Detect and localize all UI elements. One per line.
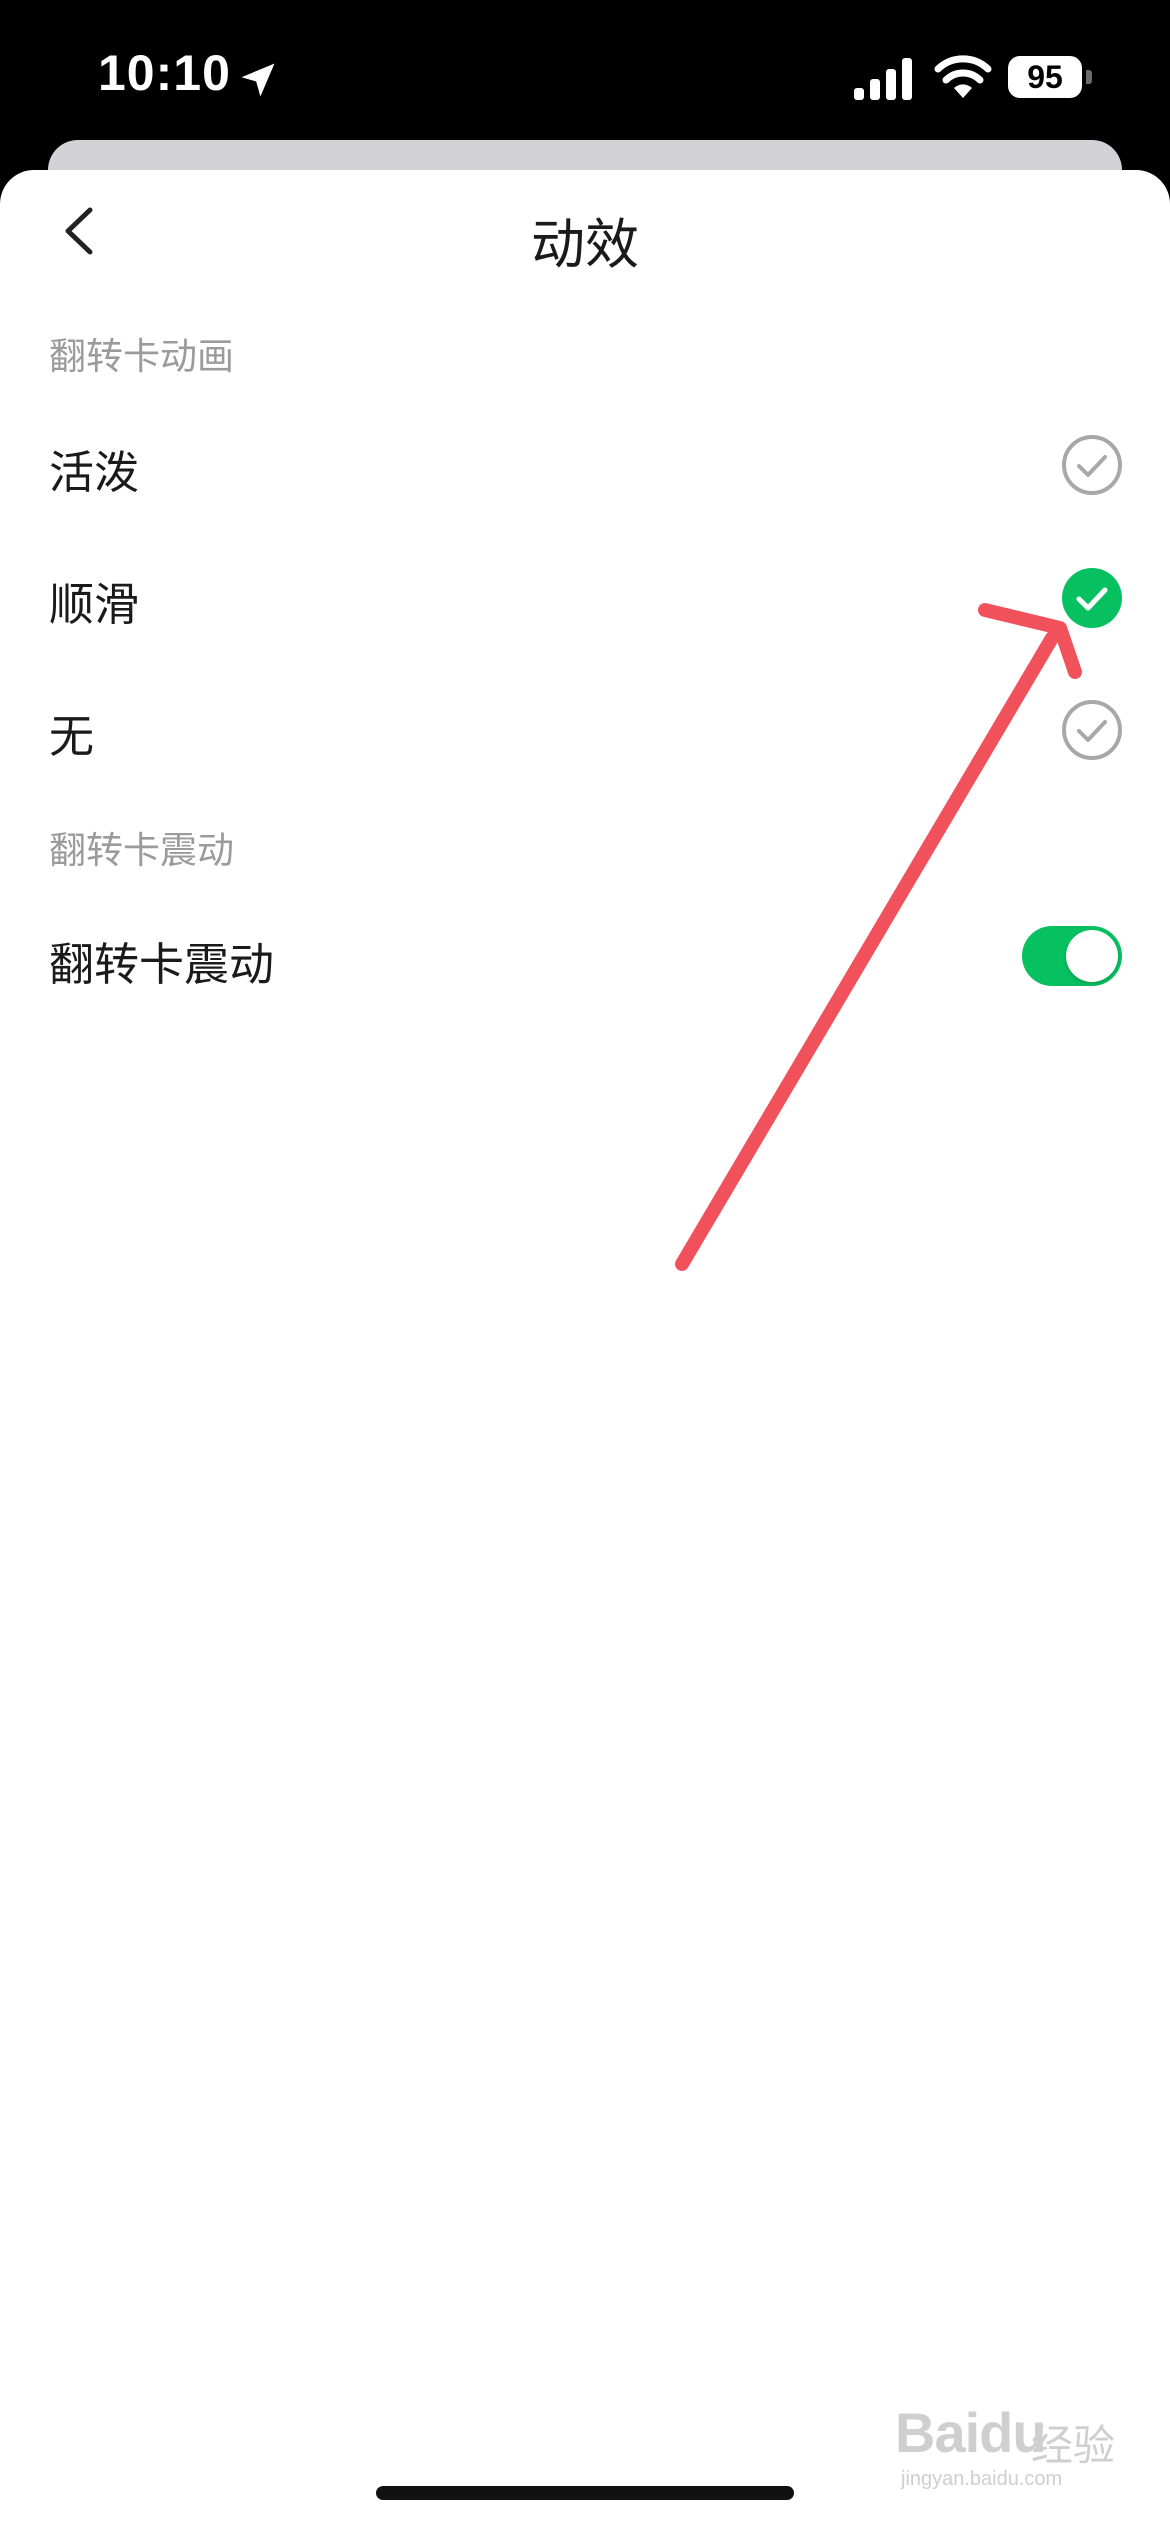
watermark-logo: Baidu	[895, 2401, 1047, 2464]
battery-indicator: 95	[1008, 56, 1082, 98]
baidu-jingyan-watermark: Baidu 经验 jingyan.baidu.com	[895, 2400, 1125, 2490]
page-title: 动效	[531, 213, 639, 276]
toggle-label-flip-vibration: 翻转卡震动	[49, 938, 275, 991]
status-time: 10:10	[98, 45, 231, 101]
settings-sheet	[0, 170, 1170, 2532]
wifi-icon	[934, 55, 992, 98]
watermark-url: jingyan.baidu.com	[901, 2468, 1063, 2490]
section-header-flip-animation: 翻转卡动画	[49, 335, 234, 378]
watermark-cn: 经验	[1031, 2421, 1116, 2470]
section-header-flip-vibration: 翻转卡震动	[49, 829, 234, 872]
location-arrow-icon	[241, 63, 275, 97]
battery-nub	[1086, 70, 1092, 84]
unchecked-circle-icon[interactable]	[1060, 433, 1124, 497]
home-indicator	[376, 2486, 794, 2500]
status-bar: 10:10 95	[0, 0, 1170, 140]
cellular-signal-icon	[854, 58, 912, 100]
checked-circle-icon[interactable]	[1060, 566, 1124, 630]
option-smooth[interactable]: 顺滑	[49, 568, 139, 633]
flip-vibration-toggle[interactable]	[1022, 926, 1122, 986]
toggle-knob	[1066, 930, 1118, 982]
option-none[interactable]: 无	[49, 700, 94, 765]
unchecked-circle-icon[interactable]	[1060, 698, 1124, 762]
option-lively[interactable]: 活泼	[49, 436, 139, 501]
